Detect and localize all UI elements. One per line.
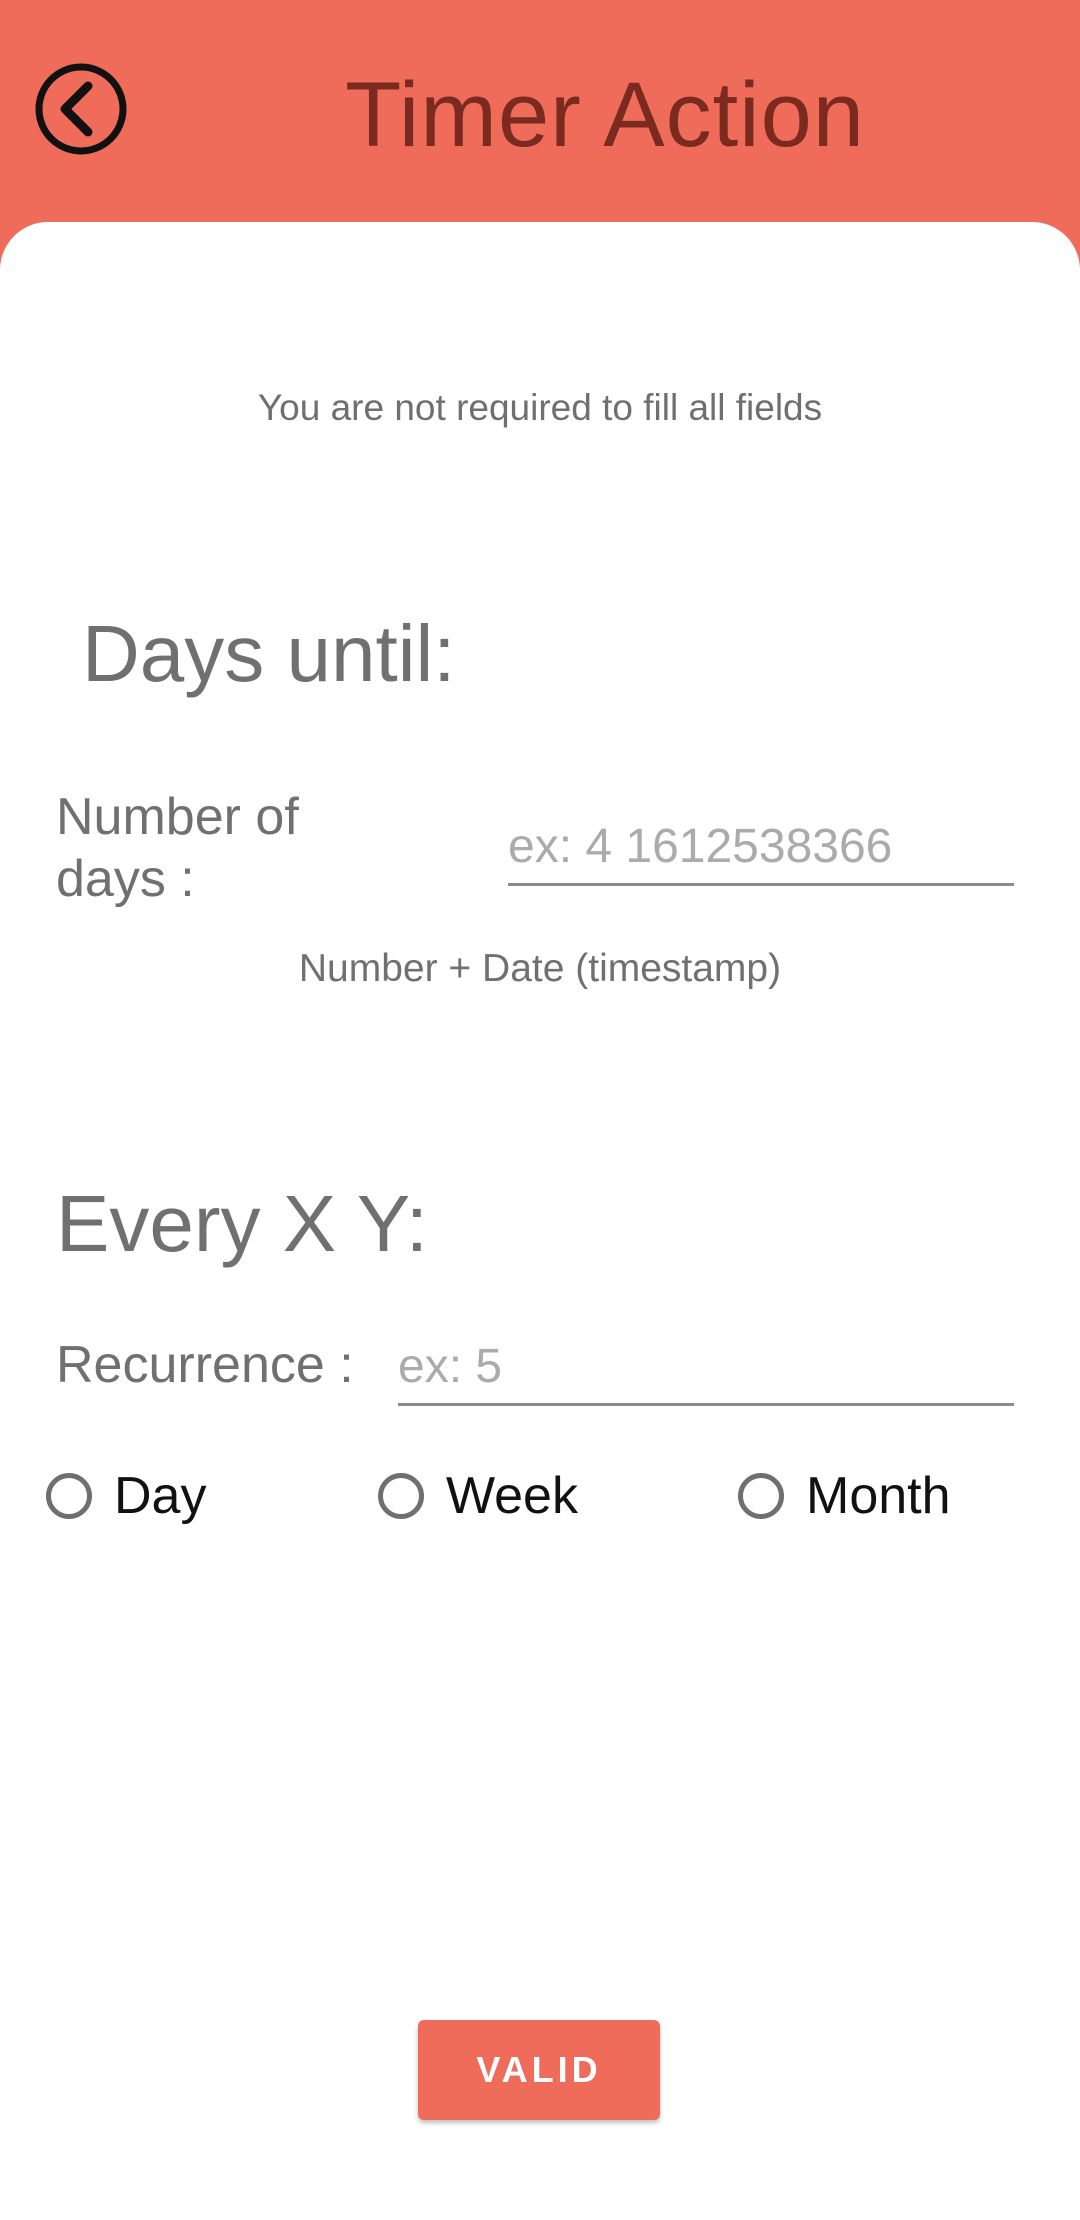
number-of-days-help: Number + Date (timestamp): [298, 947, 782, 990]
every-heading: Every X Y:: [56, 1179, 429, 1268]
radio-circle-icon[interactable]: [738, 1473, 784, 1519]
radio-day[interactable]: Day: [46, 1464, 206, 1528]
page-title: Timer Action: [345, 64, 865, 166]
valid-button[interactable]: VALID: [418, 2020, 660, 2120]
days-until-heading: Days until:: [82, 609, 456, 698]
recurrence-input[interactable]: [398, 1330, 1014, 1406]
number-of-days-label: Number of days :: [56, 788, 299, 908]
radio-circle-icon[interactable]: [46, 1473, 92, 1519]
app-header: Timer Action: [0, 0, 1080, 240]
radio-week-label: Week: [446, 1467, 578, 1525]
number-of-days-input[interactable]: [508, 810, 1014, 886]
recurrence-label: Recurrence :: [56, 1336, 354, 1394]
radio-month-label: Month: [806, 1467, 951, 1525]
form-hint: You are not required to fill all fields: [257, 387, 823, 428]
radio-circle-icon[interactable]: [378, 1473, 424, 1519]
radio-week[interactable]: Week: [378, 1464, 578, 1528]
radio-month[interactable]: Month: [738, 1464, 951, 1528]
radio-day-label: Day: [114, 1467, 207, 1525]
